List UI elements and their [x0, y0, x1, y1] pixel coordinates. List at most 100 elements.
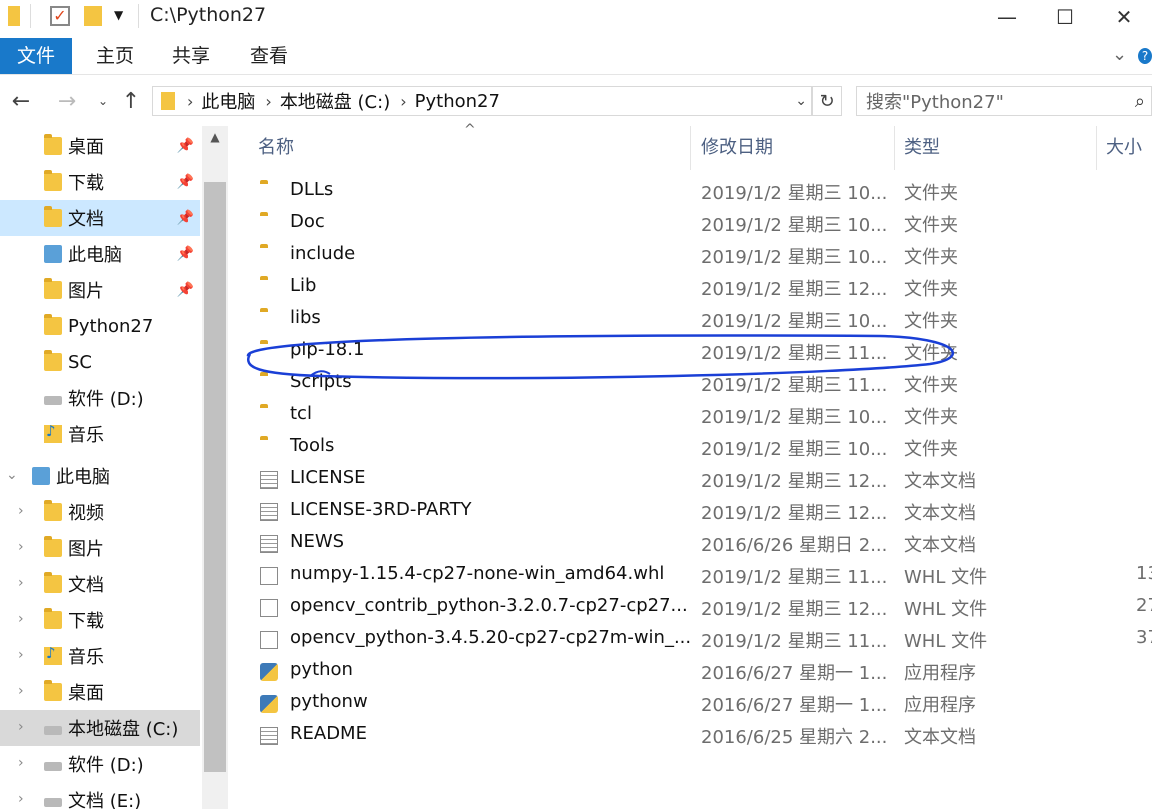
column-divider[interactable]: [1096, 126, 1097, 170]
search-input[interactable]: 搜索"Python27" ⌕: [856, 86, 1152, 116]
column-divider[interactable]: [894, 126, 895, 170]
chevron-right-icon[interactable]: ›: [400, 92, 406, 111]
file-row[interactable]: python 2016/6/27 星期一 1... 应用程序: [228, 656, 1152, 688]
file-row[interactable]: Scripts 2019/1/2 星期三 11... 文件夹: [228, 368, 1152, 400]
file-row[interactable]: pip-18.1 2019/1/2 星期三 11... 文件夹: [228, 336, 1152, 368]
scroll-up-icon[interactable]: ▲: [202, 126, 228, 144]
pin-icon[interactable]: 📌: [177, 246, 194, 262]
chevron-right-icon[interactable]: ›: [265, 92, 271, 111]
search-icon[interactable]: ⌕: [1135, 91, 1145, 112]
nav-item-quick[interactable]: 桌面 📌: [0, 128, 200, 164]
nav-item-pc[interactable]: › 文档: [0, 566, 200, 602]
nav-scrollbar-thumb[interactable]: [204, 182, 226, 772]
maximize-button[interactable]: ☐: [1036, 0, 1094, 34]
nav-item-quick[interactable]: Python27: [0, 308, 200, 344]
address-dropdown-icon[interactable]: ⌄: [795, 93, 807, 109]
breadcrumb-pc[interactable]: 此电脑: [201, 88, 255, 114]
file-row[interactable]: DLLs 2019/1/2 星期三 10... 文件夹: [228, 176, 1152, 208]
chevron-right-icon[interactable]: ›: [18, 575, 24, 591]
chevron-right-icon[interactable]: ›: [18, 611, 24, 627]
file-row[interactable]: opencv_python-3.4.5.20-cp27-cp27m-win_..…: [228, 624, 1152, 656]
up-button[interactable]: ↑: [116, 86, 146, 116]
column-header-date[interactable]: 修改日期: [701, 126, 773, 170]
column-divider[interactable]: [690, 126, 691, 170]
file-row[interactable]: NEWS 2016/6/26 星期日 2... 文本文档: [228, 528, 1152, 560]
search-placeholder: 搜索"Python27": [866, 92, 1004, 113]
column-header-type[interactable]: 类型: [904, 126, 940, 170]
nav-item-quick[interactable]: 文档 📌: [0, 200, 200, 236]
close-button[interactable]: ✕: [1096, 0, 1152, 34]
file-date: 2019/1/2 星期三 10...: [701, 311, 888, 332]
column-header-name[interactable]: 名称: [258, 126, 294, 170]
breadcrumb-python27[interactable]: Python27: [415, 91, 500, 112]
file-row[interactable]: LICENSE 2019/1/2 星期三 12... 文本文档: [228, 464, 1152, 496]
pin-icon[interactable]: 📌: [177, 138, 194, 154]
pin-icon[interactable]: 📌: [177, 210, 194, 226]
file-row[interactable]: pythonw 2016/6/27 星期一 1... 应用程序: [228, 688, 1152, 720]
nav-item-this-pc[interactable]: ⌄ 此电脑: [0, 458, 200, 494]
minimize-button[interactable]: —: [978, 0, 1036, 34]
column-header-size[interactable]: 大小: [1106, 126, 1142, 170]
nav-item-quick[interactable]: SC: [0, 344, 200, 380]
back-button[interactable]: ←: [6, 86, 36, 116]
nav-item-quick[interactable]: 此电脑 📌: [0, 236, 200, 272]
breadcrumb-drive-c[interactable]: 本地磁盘 (C:): [280, 88, 390, 114]
nav-item-pc[interactable]: › 音乐: [0, 638, 200, 674]
nav-item-quick[interactable]: 音乐: [0, 416, 200, 452]
file-row[interactable]: LICENSE-3RD-PARTY 2019/1/2 星期三 12... 文本文档: [228, 496, 1152, 528]
nav-item-quick[interactable]: 软件 (D:): [0, 380, 200, 416]
file-row[interactable]: Doc 2019/1/2 星期三 10... 文件夹: [228, 208, 1152, 240]
nav-item-pc[interactable]: › 本地磁盘 (C:): [0, 710, 200, 746]
nav-item-pc[interactable]: › 桌面: [0, 674, 200, 710]
file-row[interactable]: libs 2019/1/2 星期三 10... 文件夹: [228, 304, 1152, 336]
nav-item-quick[interactable]: 图片 📌: [0, 272, 200, 308]
properties-icon[interactable]: ✓: [50, 6, 70, 26]
chevron-right-icon[interactable]: ›: [187, 92, 193, 111]
divider: [138, 4, 139, 28]
file-icon: [260, 631, 278, 649]
chevron-down-icon[interactable]: ⌄: [6, 467, 18, 483]
text-file-icon: [260, 535, 278, 553]
pin-icon[interactable]: 📌: [177, 282, 194, 298]
quick-access-dropdown-icon[interactable]: ▼: [114, 8, 123, 22]
chevron-right-icon[interactable]: ›: [18, 683, 24, 699]
chevron-right-icon[interactable]: ›: [18, 539, 24, 555]
address-bar[interactable]: › 此电脑 › 本地磁盘 (C:) › Python27 ⌄: [152, 86, 812, 116]
file-row[interactable]: Lib 2019/1/2 星期三 12... 文件夹: [228, 272, 1152, 304]
tab-share[interactable]: 共享: [162, 38, 220, 74]
chevron-right-icon[interactable]: ›: [18, 719, 24, 735]
file-row[interactable]: include 2019/1/2 星期三 10... 文件夹: [228, 240, 1152, 272]
tab-home[interactable]: 主页: [86, 38, 144, 74]
computer-icon: [44, 245, 62, 263]
file-row[interactable]: tcl 2019/1/2 星期三 10... 文件夹: [228, 400, 1152, 432]
forward-button[interactable]: →: [52, 86, 82, 116]
nav-item-pc[interactable]: › 文档 (E:): [0, 782, 200, 809]
file-row[interactable]: opencv_contrib_python-3.2.0.7-cp27-cp27.…: [228, 592, 1152, 624]
recent-locations-button[interactable]: ⌄: [88, 86, 118, 116]
file-name: NEWS: [290, 531, 345, 552]
file-type: WHL 文件: [904, 599, 988, 620]
file-name: libs: [290, 307, 321, 328]
file-row[interactable]: numpy-1.15.4-cp27-none-win_amd64.whl 2019…: [228, 560, 1152, 592]
tab-file[interactable]: 文件: [0, 38, 72, 74]
pictures-folder-icon: [44, 536, 62, 557]
refresh-button[interactable]: ↻: [812, 86, 842, 116]
nav-item-pc[interactable]: › 视频: [0, 494, 200, 530]
chevron-right-icon[interactable]: ›: [18, 755, 24, 771]
nav-item-pc[interactable]: › 下载: [0, 602, 200, 638]
help-icon[interactable]: ?: [1138, 48, 1152, 64]
music-folder-icon: [44, 644, 62, 665]
chevron-right-icon[interactable]: ›: [18, 791, 24, 807]
nav-item-quick[interactable]: 下载 📌: [0, 164, 200, 200]
file-row[interactable]: Tools 2019/1/2 星期三 10... 文件夹: [228, 432, 1152, 464]
file-row[interactable]: README 2016/6/25 星期六 2... 文本文档: [228, 720, 1152, 752]
chevron-right-icon[interactable]: ›: [18, 647, 24, 663]
chevron-right-icon[interactable]: ›: [18, 503, 24, 519]
new-folder-icon[interactable]: [84, 6, 102, 26]
expand-ribbon-icon[interactable]: ⌄: [1112, 44, 1127, 65]
nav-item-label: Python27: [68, 315, 154, 337]
tab-view[interactable]: 查看: [240, 38, 298, 74]
pin-icon[interactable]: 📌: [177, 174, 194, 190]
nav-item-pc[interactable]: › 软件 (D:): [0, 746, 200, 782]
nav-item-pc[interactable]: › 图片: [0, 530, 200, 566]
